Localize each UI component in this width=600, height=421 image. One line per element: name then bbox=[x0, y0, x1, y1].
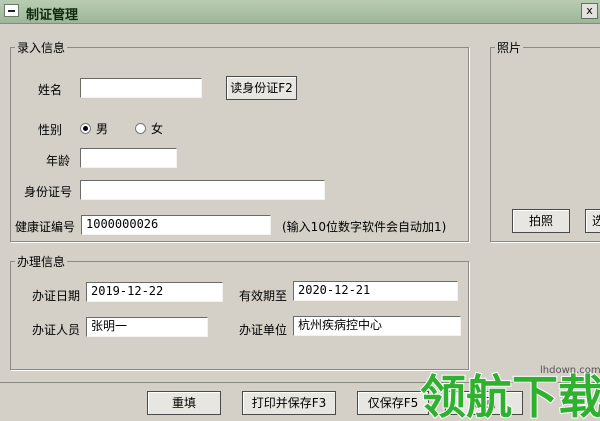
entry-group: 录入信息 bbox=[10, 39, 469, 242]
operator-input[interactable]: 张明一 bbox=[86, 317, 208, 337]
print-and-save-button[interactable]: 打印并保存F3 bbox=[242, 391, 336, 415]
photo-group-legend: 照片 bbox=[497, 41, 522, 55]
take-photo-button[interactable]: 拍照 bbox=[512, 209, 570, 233]
age-input[interactable] bbox=[80, 148, 177, 168]
save-only-button[interactable]: 仅保存F5 bbox=[357, 391, 429, 415]
window-title: 制证管理 bbox=[26, 8, 79, 23]
unit-input[interactable]: 杭州疾病控中心 bbox=[293, 316, 461, 336]
id-number-input[interactable] bbox=[80, 180, 325, 200]
select-photo-button[interactable]: 选 bbox=[585, 209, 600, 233]
operator-label: 办证人员 bbox=[32, 323, 81, 337]
health-cert-hint: (输入10位数字软件会自动加1) bbox=[282, 220, 447, 234]
valid-until-label: 有效期至 bbox=[239, 289, 288, 303]
health-cert-input[interactable]: 1000000026 bbox=[81, 215, 271, 235]
watermark-url: lhdown.com bbox=[540, 365, 600, 376]
entry-group-legend: 录入信息 bbox=[17, 41, 66, 55]
health-cert-label: 健康证编号 bbox=[15, 220, 76, 234]
gender-male-radio[interactable] bbox=[80, 123, 91, 134]
read-id-card-button[interactable]: 读身份证F2 bbox=[226, 76, 297, 100]
process-group-legend: 办理信息 bbox=[17, 255, 66, 269]
name-label: 姓名 bbox=[38, 83, 63, 97]
issue-date-label: 办证日期 bbox=[32, 289, 81, 303]
title-bar: 制证管理 x bbox=[0, 0, 600, 24]
unit-label: 办证单位 bbox=[239, 323, 288, 337]
gender-label: 性别 bbox=[38, 123, 63, 137]
process-group: 办理信息 bbox=[10, 253, 469, 370]
svg-text:领航下载: 领航下载 bbox=[420, 370, 600, 421]
gender-female-radio[interactable] bbox=[135, 123, 146, 134]
close-button[interactable]: x bbox=[581, 3, 598, 19]
reset-button[interactable]: 重填 bbox=[147, 391, 221, 415]
name-input[interactable] bbox=[80, 78, 202, 98]
id-number-label: 身份证号 bbox=[24, 185, 73, 199]
system-menu-icon[interactable] bbox=[4, 4, 19, 17]
valid-until-input[interactable]: 2020-12-21 bbox=[293, 281, 458, 301]
gender-female-label[interactable]: 女 bbox=[151, 120, 163, 137]
gender-male-label[interactable]: 男 bbox=[96, 120, 108, 137]
age-label: 年龄 bbox=[46, 154, 71, 168]
issue-date-input[interactable]: 2019-12-22 bbox=[86, 282, 223, 302]
